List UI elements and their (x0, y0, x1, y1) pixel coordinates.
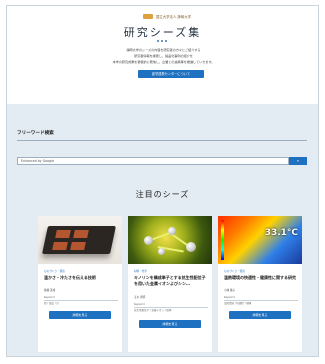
intro-text: 静岡大学のシーズの内容を研究者の方々にご紹介する 研究者情報を検索し、製品化事例… (47, 47, 280, 65)
search-section: フリーワード検索 Enhanced by Google ⌕ (17, 130, 307, 165)
card-keyword-label: Keyword (44, 296, 55, 299)
logo-text: 国立大学法人 静岡大学 (156, 15, 191, 19)
intro-line: 本学の研究成果を積極的に発信し、企業との連携等を推進していきます。 (112, 60, 215, 64)
search-heading: フリーワード検索 (17, 131, 54, 136)
card-image-chip (38, 216, 122, 264)
card-keywords: 熱 / 温度 / 冷 (44, 302, 59, 305)
card-keyword-divider (134, 307, 208, 308)
card-author: 佐藤 善成 (44, 289, 56, 292)
card-author: 五木 秀明 (134, 296, 146, 299)
card-keywords: 抗生性配位子 / 金属イオン / 錯体 (134, 309, 172, 312)
thermal-temperature: 33.1°C (264, 228, 298, 238)
university-logo[interactable]: 国立大学法人 静岡大学 (143, 14, 191, 19)
card-detail-button[interactable]: 詳細を見る (49, 311, 111, 319)
seed-card[interactable]: ものづくり・環境 温かさ・冷たさを伝える技術 佐藤 善成 Keyword 熱 /… (38, 216, 122, 352)
thermal-scale-icon (221, 220, 224, 260)
title-dots-icon (157, 40, 167, 42)
card-tag: ものづくり・環境 (44, 270, 65, 273)
search-input[interactable]: Enhanced by Google (17, 157, 289, 165)
page-title: 研究シーズ集 (123, 26, 202, 39)
page-frame: 国立大学法人 静岡大学 研究シーズ集 静岡大学のシーズの内容を研究者の方々にご紹… (6, 5, 319, 357)
card-keyword-label: Keyword (224, 296, 235, 299)
about-center-button[interactable]: 産学連携センターについて (138, 70, 204, 78)
search-icon: ⌕ (296, 158, 300, 163)
logo-mark-icon (143, 14, 153, 19)
card-detail-button[interactable]: 詳細を見る (139, 320, 201, 328)
card-tag: 材料・化学 (134, 270, 147, 273)
card-author: 小林 俊子 (224, 289, 236, 292)
card-detail-button[interactable]: 詳細を見る (229, 311, 291, 319)
card-image-molecule (128, 216, 212, 264)
card-title[interactable]: キノリンを構成単子とする抗生性配位子を用いた金属イオンよびシン… (134, 275, 208, 287)
card-keyword-divider (224, 300, 298, 301)
card-keyword-label: Keyword (134, 303, 145, 306)
card-tag: ものづくり・環境 (224, 270, 245, 273)
card-keywords: 温熱環境 / 快適性 / 健康 (224, 302, 252, 305)
search-button[interactable]: ⌕ (289, 157, 307, 165)
card-title[interactable]: 温かさ・冷たさを伝える技術 (44, 275, 118, 281)
seed-card[interactable]: 33.1°C ものづくり・環境 温熱環境の快適性・健康性に関する研究 小林 俊子… (218, 216, 302, 352)
card-image-thermal: 33.1°C (218, 216, 302, 264)
hero-section: 国立大学法人 静岡大学 研究シーズ集 静岡大学のシーズの内容を研究者の方々にご紹… (7, 6, 318, 104)
card-keyword-divider (44, 300, 118, 301)
featured-title: 注目のシーズ (135, 190, 190, 199)
card-title[interactable]: 温熱環境の快適性・健康性に関する研究 (224, 275, 298, 281)
search-band: フリーワード検索 Enhanced by Google ⌕ 注目のシーズ ものづ… (7, 104, 318, 356)
search-divider (17, 140, 307, 141)
featured-cards: ものづくり・環境 温かさ・冷たさを伝える技術 佐藤 善成 Keyword 熱 /… (38, 216, 303, 354)
seed-card[interactable]: 材料・化学 キノリンを構成単子とする抗生性配位子を用いた金属イオンよびシン… 五… (128, 216, 212, 352)
